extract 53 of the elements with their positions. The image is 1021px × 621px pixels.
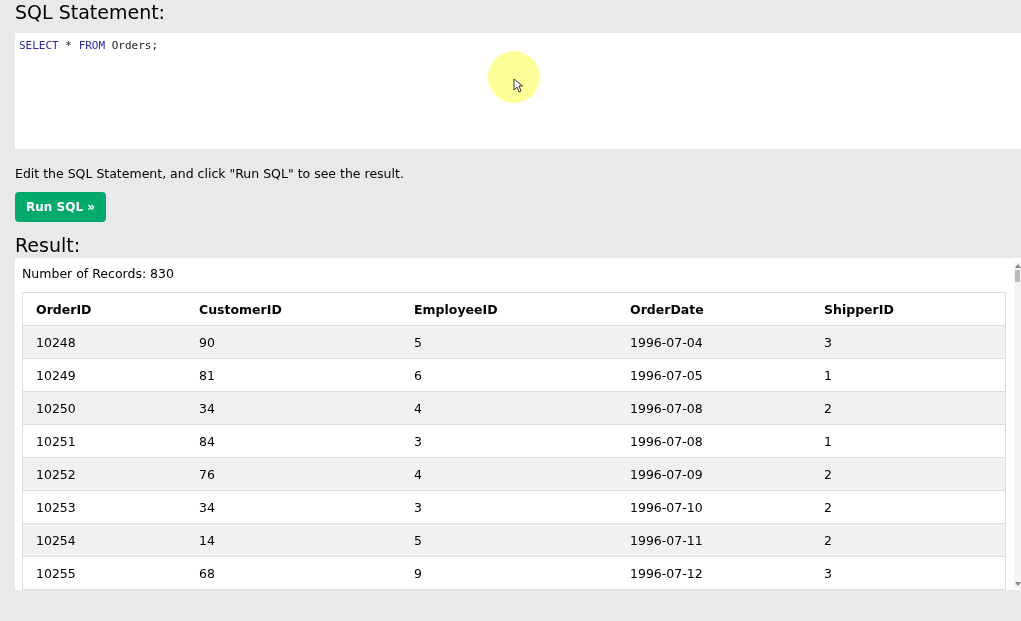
table-cell: 9 bbox=[401, 556, 617, 590]
table-cell: 10254 bbox=[22, 523, 186, 557]
table-cell: 3 bbox=[811, 556, 1006, 590]
table-cell: 10251 bbox=[22, 424, 186, 458]
pointer-icon bbox=[513, 78, 523, 93]
table-cell: 10248 bbox=[22, 325, 186, 359]
table-cell: 1 bbox=[811, 358, 1006, 392]
table-cell: 10253 bbox=[22, 490, 186, 524]
column-header: OrderID bbox=[22, 292, 186, 326]
table-cell: 6 bbox=[401, 358, 617, 392]
table-cell: 4 bbox=[401, 391, 617, 425]
column-header: OrderDate bbox=[617, 292, 811, 326]
table-cell: 3 bbox=[401, 490, 617, 524]
table-cell: 5 bbox=[401, 325, 617, 359]
table-cell: 84 bbox=[186, 424, 401, 458]
table-cell: 1996-07-04 bbox=[617, 325, 811, 359]
table-cell: 1 bbox=[811, 424, 1006, 458]
column-header: ShipperID bbox=[811, 292, 1006, 326]
scrollbar[interactable] bbox=[1014, 262, 1021, 588]
table-cell: 2 bbox=[811, 391, 1006, 425]
table-cell: 2 bbox=[811, 457, 1006, 491]
column-header: CustomerID bbox=[186, 292, 401, 326]
table-cell: 1996-07-12 bbox=[617, 556, 811, 590]
table-cell: 1996-07-10 bbox=[617, 490, 811, 524]
table-cell: 90 bbox=[186, 325, 401, 359]
section-heading: SQL Statement: bbox=[15, 0, 167, 25]
section-heading: Result: bbox=[15, 235, 82, 258]
table-cell: 5 bbox=[401, 523, 617, 557]
table-cell: 3 bbox=[401, 424, 617, 458]
table-cell: 14 bbox=[186, 523, 401, 557]
table-cell: 10252 bbox=[22, 457, 186, 491]
table-cell: 3 bbox=[811, 325, 1006, 359]
instruction-text: Edit the SQL Statement, and click "Run SQL" to see the result. bbox=[15, 166, 405, 182]
table-cell: 76 bbox=[186, 457, 401, 491]
table-cell: 68 bbox=[186, 556, 401, 590]
table-cell: 2 bbox=[811, 523, 1006, 557]
table-cell: 34 bbox=[186, 490, 401, 524]
table-cell: 34 bbox=[186, 391, 401, 425]
table-cell: 10250 bbox=[22, 391, 186, 425]
table-cell: 81 bbox=[186, 358, 401, 392]
table-cell: 1996-07-05 bbox=[617, 358, 811, 392]
sql-editor[interactable]: SELECT * FROM Orders; bbox=[15, 33, 1021, 149]
table-cell: 4 bbox=[401, 457, 617, 491]
table-cell: 2 bbox=[811, 490, 1006, 524]
table-cell: 1996-07-08 bbox=[617, 391, 811, 425]
table-cell: 10255 bbox=[22, 556, 186, 590]
code-line: SELECT * FROM Orders; bbox=[19, 39, 160, 53]
table-cell: 1996-07-09 bbox=[617, 457, 811, 491]
table-cell: 1996-07-11 bbox=[617, 523, 811, 557]
record-count: Number of Records: 830 bbox=[22, 266, 175, 282]
table-cell: 10249 bbox=[22, 358, 186, 392]
table-cell: 1996-07-08 bbox=[617, 424, 811, 458]
column-header: EmployeeID bbox=[401, 292, 617, 326]
